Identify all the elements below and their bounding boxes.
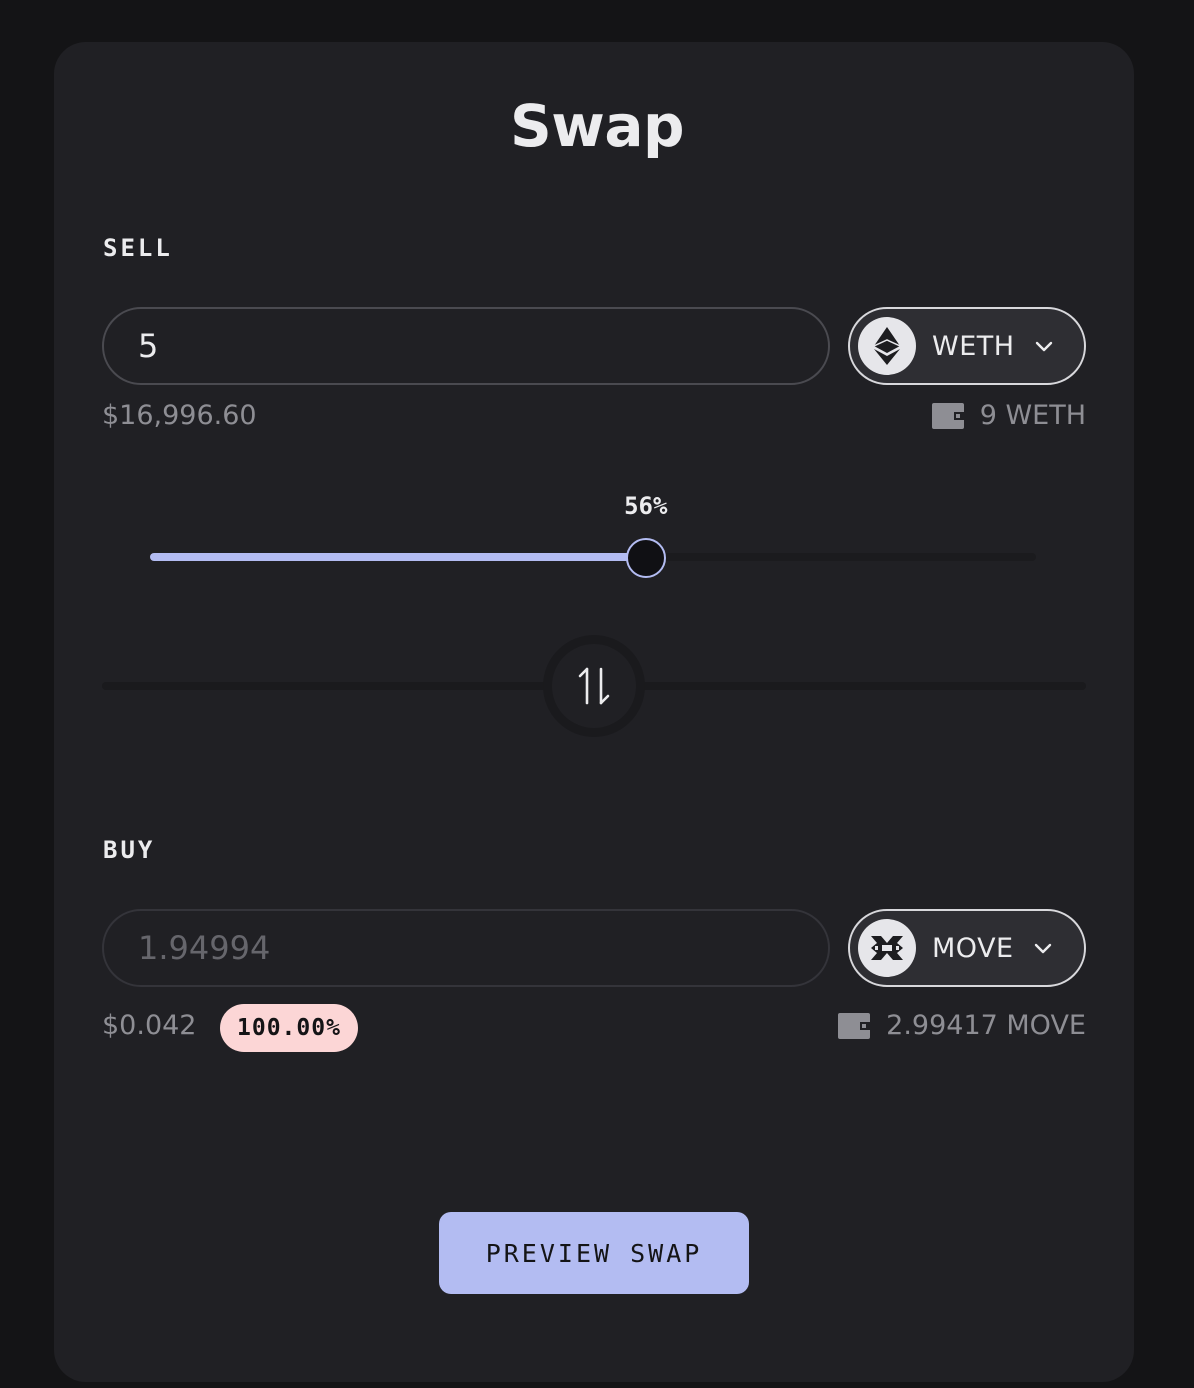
ethereum-icon xyxy=(858,317,916,375)
wallet-icon xyxy=(931,402,964,429)
buy-usd-value: $0.042 xyxy=(102,1010,197,1041)
slider-percent-label: 56% xyxy=(624,492,668,520)
buy-label: BUY xyxy=(103,836,156,864)
buy-balance: 2.99417 MOVE xyxy=(838,1010,1086,1041)
sell-amount-value: 5 xyxy=(138,327,159,365)
sell-token-selector[interactable]: WETH xyxy=(848,307,1086,385)
amount-slider-fill xyxy=(150,553,646,561)
buy-token-selector[interactable]: MOVE xyxy=(848,909,1086,987)
sell-usd-value: $16,996.60 xyxy=(102,400,257,431)
sell-amount-input[interactable]: 5 xyxy=(102,307,830,385)
swap-direction-button[interactable] xyxy=(543,635,645,737)
page-title: Swap xyxy=(509,92,685,160)
sell-balance-text: 9 WETH xyxy=(979,400,1086,431)
buy-amount-value: 1.94994 xyxy=(138,929,271,967)
price-impact-badge: 100.00% xyxy=(220,1004,358,1052)
amount-slider-track[interactable] xyxy=(150,553,1036,561)
wallet-icon xyxy=(838,1012,871,1039)
sell-token-symbol: WETH xyxy=(932,330,1015,362)
buy-token-symbol: MOVE xyxy=(932,932,1014,964)
buy-amount-input[interactable]: 1.94994 xyxy=(102,909,830,987)
movement-icon xyxy=(858,919,916,977)
buy-balance-text: 2.99417 MOVE xyxy=(886,1010,1086,1041)
preview-swap-button[interactable]: PREVIEW SWAP xyxy=(439,1212,749,1294)
sell-balance: 9 WETH xyxy=(931,400,1086,431)
chevron-down-icon xyxy=(1034,943,1051,954)
chevron-down-icon xyxy=(1035,341,1052,352)
swap-arrows-icon xyxy=(578,667,610,705)
amount-slider-thumb[interactable] xyxy=(625,538,666,578)
sell-label: SELL xyxy=(103,234,173,262)
